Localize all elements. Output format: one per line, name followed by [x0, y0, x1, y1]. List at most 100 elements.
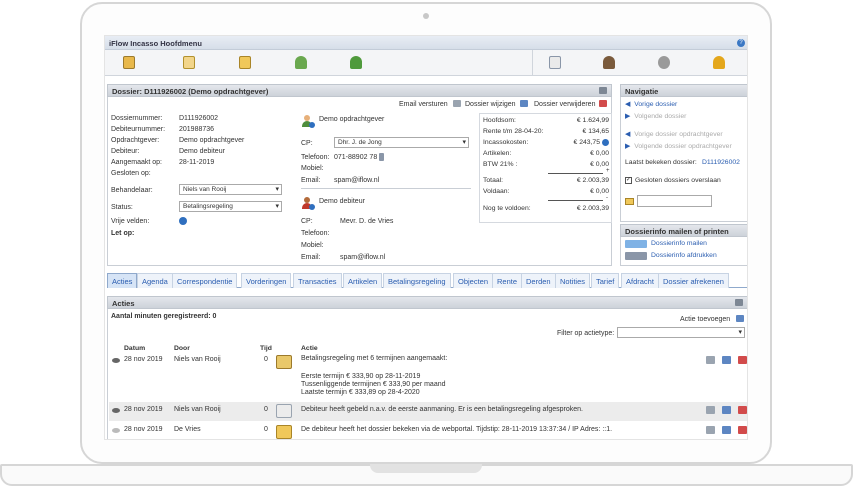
info-icon[interactable] — [179, 217, 187, 225]
status-label: Status: — [111, 204, 133, 211]
user-tie-icon[interactable] — [599, 53, 619, 73]
tab-acties[interactable]: Acties — [107, 273, 138, 288]
divider — [301, 188, 471, 189]
print-icon[interactable] — [599, 87, 607, 94]
sum-line — [548, 173, 603, 174]
search-folder-icon[interactable] — [179, 53, 199, 73]
gesloten-label: Gesloten op: — [111, 170, 151, 177]
minuten-label: Aantal minuten geregistreerd: 0 — [111, 313, 217, 320]
help-icon[interactable]: ? — [737, 39, 745, 47]
tab-dossier-afrekenen[interactable]: Dossier afrekenen — [658, 273, 729, 288]
tab-tarief[interactable]: Tarief — [591, 273, 620, 288]
tab-betalingsregeling[interactable]: Betalingsregeling — [383, 273, 451, 288]
desk-icon[interactable] — [119, 53, 139, 73]
dossier-verwijderen-link[interactable]: Dossier verwijderen — [534, 101, 595, 108]
debtor-cp-value: Mevr. D. de Vries — [340, 218, 394, 225]
key-icon[interactable] — [709, 53, 729, 73]
client-cp-label: CP: — [301, 140, 313, 147]
client-person-icon — [301, 115, 315, 128]
row-tijd: 0 — [264, 406, 268, 413]
calendar-icon[interactable] — [545, 53, 565, 73]
betalingsregeling-icon — [276, 355, 292, 369]
acties-print-icon[interactable] — [735, 299, 743, 306]
laatst-bekeken-link[interactable]: D111926002 — [702, 159, 740, 166]
overslaan-checkbox[interactable]: ✓ — [625, 177, 632, 184]
status-select[interactable]: Betalingsregeling — [179, 201, 282, 212]
total-row-voldaan: Voldaan: € 0,00 — [483, 188, 609, 195]
dossier-jump-input[interactable] — [637, 195, 712, 207]
tab-correspondentie[interactable]: Correspondentie — [172, 273, 238, 288]
eye-icon[interactable] — [112, 358, 120, 363]
add-user-icon[interactable] — [346, 53, 366, 73]
tab-bar: Acties Agenda Correspondentie Vorderinge… — [107, 272, 747, 288]
edit-row-icon[interactable] — [722, 356, 731, 364]
tab-agenda[interactable]: Agenda — [137, 273, 173, 288]
mail-row-icon[interactable] — [706, 426, 715, 434]
row-actie-line: De debiteur heeft het dossier bekeken vi… — [301, 426, 613, 433]
tab-derden[interactable]: Derden — [521, 273, 556, 288]
client-email-link[interactable]: spam@iflow.nl — [334, 177, 379, 184]
dossier-wijzigen-link[interactable]: Dossier wijzigen — [465, 101, 516, 108]
vorige-dossier-opdrachtgever-link[interactable]: ◀ Vorige dossier opdrachtgever — [625, 130, 723, 138]
dossierinfo-mailen-link[interactable]: Dossierinfo mailen — [651, 240, 707, 247]
tab-rente[interactable]: Rente — [492, 273, 523, 288]
mail-row-icon[interactable] — [706, 406, 715, 414]
email-versturen-link[interactable]: Email versturen — [399, 101, 448, 108]
overslaan-label: Gesloten dossiers overslaan — [635, 177, 721, 184]
delete-row-icon[interactable] — [738, 426, 747, 434]
col-tijd: Tijd — [260, 345, 272, 352]
tab-transacties[interactable]: Transacties — [293, 273, 342, 288]
col-actie: Actie — [301, 345, 318, 352]
row-door: Niels van Rooij — [174, 356, 221, 363]
gear-icon[interactable] — [654, 53, 674, 73]
search-user-icon[interactable] — [291, 53, 311, 73]
client-name-link[interactable]: Demo opdrachtgever — [319, 116, 384, 123]
filter-label: Filter op actietype: — [557, 330, 615, 337]
tab-notities[interactable]: Notities — [555, 273, 591, 288]
actie-toevoegen-link[interactable]: Actie toevoegen — [680, 316, 730, 323]
row-actie-line: Betalingsregeling met 6 termijnen aangem… — [301, 355, 448, 362]
row-actie-line: Laatste termijn € 333,89 op 28-4-2020 — [301, 389, 420, 396]
vorige-dossier-link[interactable]: ◀ Vorige dossier — [625, 100, 677, 108]
row-datum: 28 nov 2019 — [124, 426, 163, 433]
eye-icon[interactable] — [112, 428, 120, 433]
total-row-hoofdsom: Hoofdsom: € 1.624,99 — [483, 117, 609, 124]
debtor-email-link[interactable]: spam@iflow.nl — [340, 254, 385, 261]
volgende-dossier-opdrachtgever-link[interactable]: ▶ Volgende dossier opdrachtgever — [625, 142, 732, 150]
opdrachtgever-link[interactable]: Demo opdrachtgever — [179, 137, 244, 144]
app-window: iFlow Incasso Hoofdmenu ? Dossier: D1119… — [104, 35, 748, 440]
behandelaar-select[interactable]: Niels van Rooij — [179, 184, 282, 195]
volgende-dossier-link[interactable]: ▶ Volgende dossier — [625, 112, 686, 120]
client-telefoon-label: Telefoon: — [301, 154, 330, 161]
table-row[interactable]: 28 nov 2019 De Vries 0 De debiteur heeft… — [109, 422, 747, 439]
col-datum: Datum — [124, 345, 146, 352]
debiteurnummer-value: 201988736 — [179, 126, 215, 133]
debtor-name-link[interactable]: Demo debiteur — [319, 198, 365, 205]
tab-artikelen[interactable]: Artikelen — [343, 273, 383, 288]
table-row[interactable]: 28 nov 2019 Niels van Rooij 0 Betalingsr… — [109, 353, 747, 401]
total-row-nog-te-voldoen: Nog te voldoen: € 2.003,39 — [483, 205, 609, 212]
main-toolbar — [105, 50, 747, 76]
open-folder-icon[interactable] — [235, 53, 255, 73]
filter-actietype-select[interactable] — [617, 327, 745, 338]
client-cp-select[interactable]: Dhr. J. de Jong — [334, 137, 469, 148]
tab-afdracht[interactable]: Afdracht — [621, 273, 659, 288]
tab-vorderingen[interactable]: Vorderingen — [241, 273, 292, 288]
total-row-incassokosten: Incassokosten: € 243,75 — [483, 139, 609, 148]
laptop-notch — [370, 464, 482, 473]
edit-row-icon[interactable] — [722, 426, 731, 434]
debtor-cp-label: CP: — [301, 218, 313, 225]
tab-objecten[interactable]: Objecten — [453, 273, 494, 288]
row-actie-line: Debiteur heeft gebeld n.a.v. de eerste a… — [301, 406, 583, 413]
mail-row-icon[interactable] — [706, 356, 715, 364]
dossierinfo-afdrukken-link[interactable]: Dossierinfo afdrukken — [651, 252, 717, 259]
delete-row-icon[interactable] — [738, 356, 747, 364]
edit-row-icon[interactable] — [722, 406, 731, 414]
debiteur-link[interactable]: Demo debiteur — [179, 148, 225, 155]
delete-row-icon[interactable] — [738, 406, 747, 414]
printer-icon — [625, 252, 647, 260]
incasso-info-icon[interactable] — [602, 139, 609, 146]
phone-icon[interactable] — [379, 153, 384, 161]
table-row[interactable]: 28 nov 2019 Niels van Rooij 0 Debiteur h… — [109, 402, 747, 421]
eye-icon[interactable] — [112, 408, 120, 413]
